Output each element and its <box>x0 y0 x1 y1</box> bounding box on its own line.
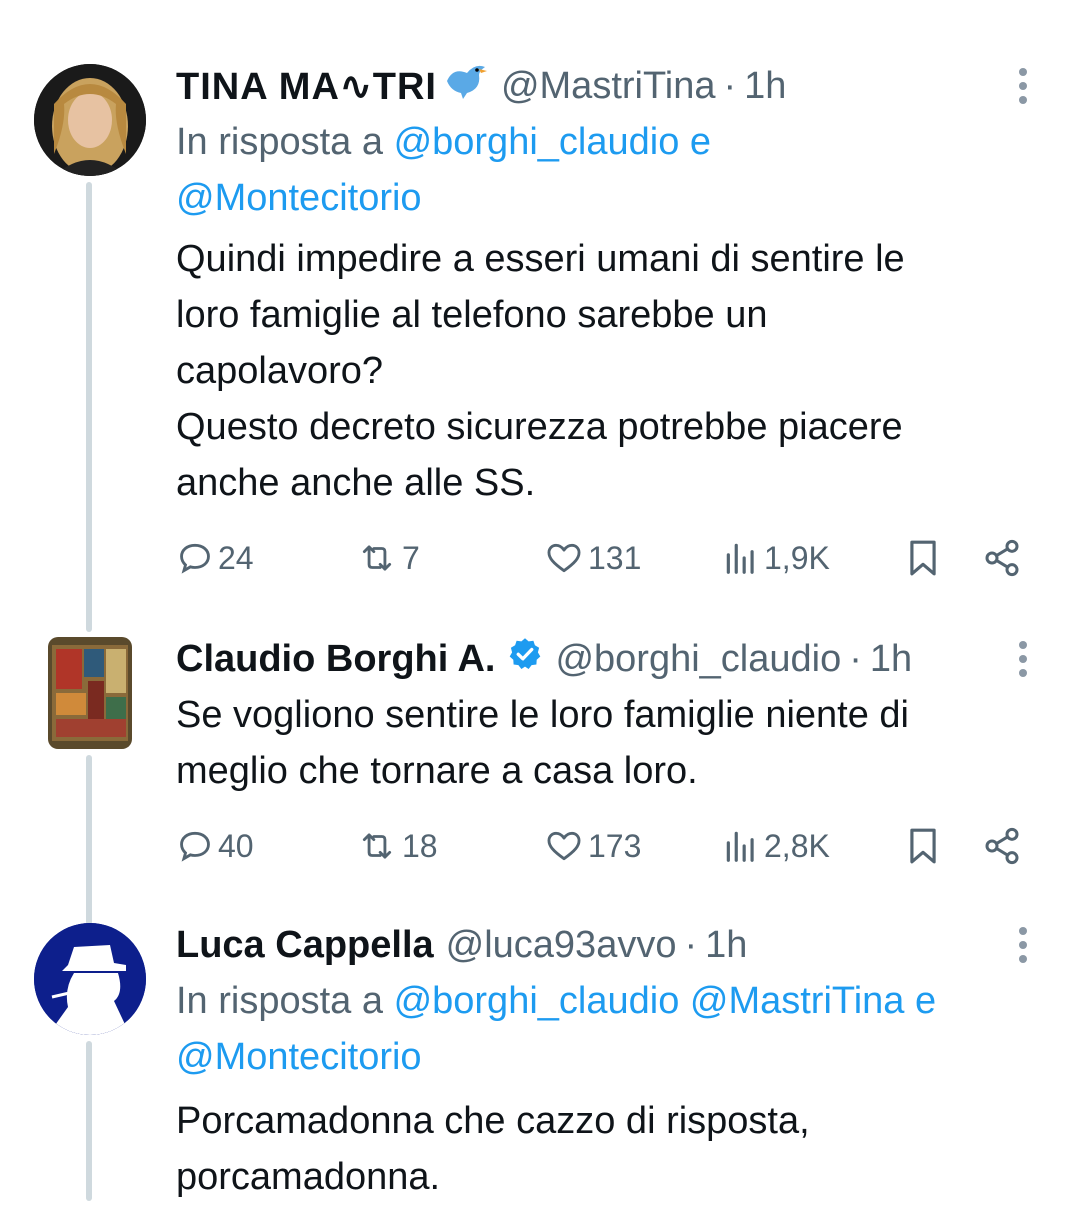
tweet-header: TINA MA∿TRI @MastriTina · 1h <box>176 58 786 114</box>
thread-line <box>86 611 92 625</box>
reply-context: In risposta a @borghi_claudio @MastriTin… <box>176 973 1036 1085</box>
abstract-painting-icon <box>48 637 132 749</box>
bookmark-button[interactable] <box>904 533 942 583</box>
reply-icon <box>180 831 210 862</box>
more-icon[interactable] <box>1008 58 1038 114</box>
tweet-text: Porcamadonna che cazzo di risposta, porc… <box>176 1100 810 1198</box>
like-button[interactable]: 131 <box>544 533 641 583</box>
tweet-text: Quindi impedire a esseri umani di sentir… <box>176 238 905 504</box>
retweet-button[interactable]: 18 <box>356 821 438 871</box>
like-count: 131 <box>588 539 642 576</box>
views-icon <box>726 831 754 862</box>
avatar[interactable] <box>34 64 146 176</box>
like-icon <box>547 543 581 573</box>
reply-count: 40 <box>218 827 254 864</box>
bookmark-icon <box>910 540 936 576</box>
timestamp[interactable]: 1h <box>705 924 747 967</box>
thread-line <box>86 1041 92 1201</box>
like-icon <box>547 831 581 861</box>
avatar[interactable] <box>34 923 146 1035</box>
views-icon <box>726 543 754 574</box>
handle[interactable]: @borghi_claudio <box>555 638 841 681</box>
reply-link[interactable]: @MastriTina <box>690 980 905 1022</box>
views-button[interactable]: 2,8K <box>722 821 830 871</box>
reply-link[interactable]: @Montecitorio <box>176 177 422 219</box>
display-name[interactable]: Luca Cappella <box>176 924 434 967</box>
tweet-text: Se vogliono sentire le loro famiglie nie… <box>176 694 909 792</box>
retweet-icon <box>362 545 392 571</box>
share-button[interactable] <box>982 821 1022 871</box>
retweet-count: 18 <box>402 827 438 864</box>
reply-conjunction: e <box>914 980 937 1022</box>
views-count: 1,9K <box>764 539 830 576</box>
reply-button[interactable]: 24 <box>176 533 254 583</box>
thread-line <box>86 755 92 925</box>
reply-link[interactable]: @borghi_claudio <box>394 121 680 163</box>
reply-link[interactable]: @Montecitorio <box>176 1036 422 1078</box>
more-icon[interactable] <box>1008 917 1038 973</box>
timestamp[interactable]: 1h <box>870 638 912 681</box>
tweet-2[interactable]: Claudio Borghi A. @borghi_claudio · 1h S… <box>0 611 1068 925</box>
separator-dot: · <box>849 637 862 680</box>
reply-link[interactable]: @borghi_claudio <box>394 980 680 1022</box>
bookmark-button[interactable] <box>904 821 942 871</box>
reply-conjunction: e <box>689 121 712 163</box>
hat-silhouette-icon <box>34 923 146 1035</box>
separator-dot: · <box>684 923 698 966</box>
display-name[interactable]: Claudio Borghi A. <box>176 638 495 681</box>
separator-dot: · <box>723 64 737 107</box>
display-name[interactable]: TINA MA∿TRI <box>176 64 437 109</box>
views-count: 2,8K <box>764 827 830 864</box>
reply-prefix: In risposta a <box>176 980 383 1022</box>
like-count: 173 <box>588 827 642 864</box>
tweet-header: Luca Cappella @luca93avvo · 1h <box>176 917 747 973</box>
share-icon <box>985 827 1019 865</box>
tweet-header: Claudio Borghi A. @borghi_claudio · 1h <box>176 631 912 687</box>
retweet-count: 7 <box>402 539 420 576</box>
more-icon[interactable] <box>1008 631 1038 687</box>
reply-count: 24 <box>218 539 254 576</box>
tweet-3[interactable]: Luca Cappella @luca93avvo · 1h In rispos… <box>0 917 1068 1201</box>
reply-button[interactable]: 40 <box>176 821 254 871</box>
like-button[interactable]: 173 <box>544 821 641 871</box>
share-icon <box>985 539 1019 577</box>
reply-prefix: In risposta a <box>176 121 383 163</box>
reply-icon <box>180 543 210 574</box>
tweet-1[interactable]: TINA MA∿TRI @MastriTina · 1h In risposta… <box>0 58 1068 632</box>
retweet-icon <box>362 833 392 859</box>
timestamp[interactable]: 1h <box>744 65 786 108</box>
bookmark-icon <box>910 828 936 864</box>
avatar[interactable] <box>48 637 132 749</box>
woman-portrait-icon <box>34 64 146 176</box>
verified-badge-icon <box>507 636 543 682</box>
thread-line <box>86 182 92 632</box>
handle[interactable]: @luca93avvo <box>446 924 677 967</box>
action-bar: 24 7 131 1,9K <box>176 533 1036 583</box>
bird-icon <box>443 61 489 111</box>
share-button[interactable] <box>982 533 1022 583</box>
handle[interactable]: @MastriTina <box>501 65 716 108</box>
views-button[interactable]: 1,9K <box>722 533 830 583</box>
retweet-button[interactable]: 7 <box>356 533 420 583</box>
reply-context: In risposta a @borghi_claudio e @Monteci… <box>176 114 1026 226</box>
action-bar: 40 18 173 2,8K <box>176 821 1036 871</box>
